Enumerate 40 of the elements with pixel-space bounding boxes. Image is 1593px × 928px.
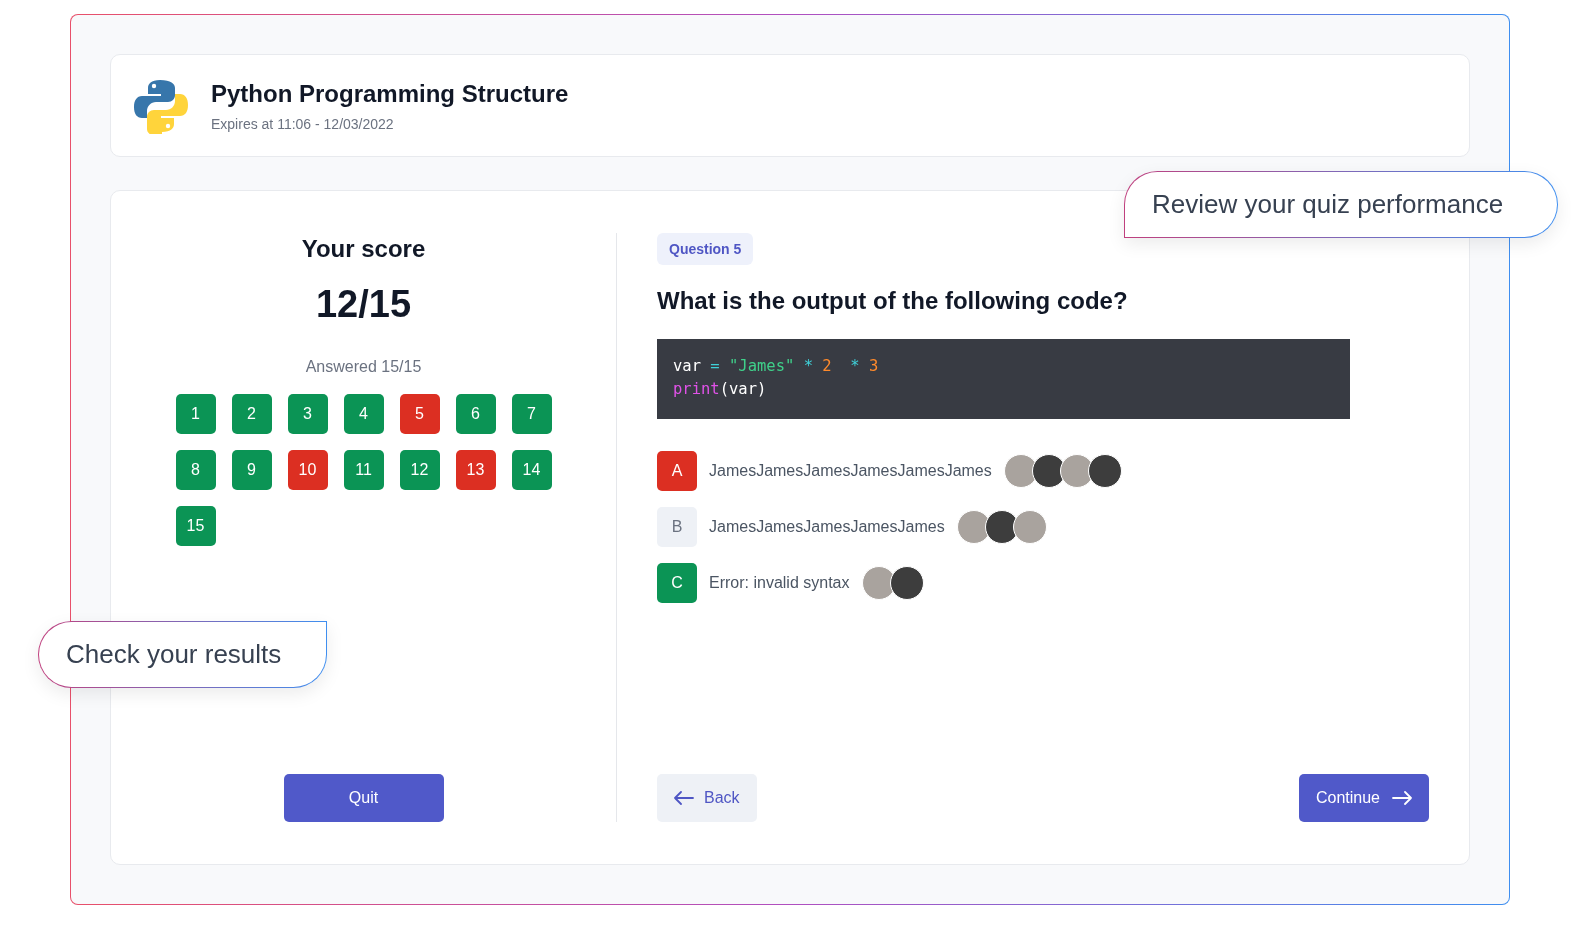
answer-text: Error: invalid syntax <box>709 574 850 592</box>
quiz-title: Python Programming Structure <box>211 79 569 108</box>
question-number[interactable]: 8 <box>175 450 216 490</box>
question-badge: Question 5 <box>657 233 754 265</box>
question-number[interactable]: 13 <box>455 450 496 490</box>
callout-label: Check your results <box>38 621 327 688</box>
expiry-text: Expires at 11:06 - 12/03/2022 <box>211 115 395 132</box>
callout-label: Review your quiz performance <box>1124 171 1558 238</box>
answer-text: JamesJamesJamesJamesJames <box>709 518 945 536</box>
quit-button[interactable]: Quit <box>283 774 444 822</box>
question-number[interactable]: 12 <box>399 450 440 490</box>
answer-letter[interactable]: C <box>657 563 697 603</box>
question-number[interactable]: 14 <box>511 450 552 490</box>
question-number[interactable]: 1 <box>175 394 216 434</box>
question-number[interactable]: 3 <box>287 394 328 434</box>
question-text: What is the output of the following code? <box>657 287 1129 315</box>
score-title: Your score <box>301 235 426 263</box>
answer-letter[interactable]: A <box>657 451 697 491</box>
question-number[interactable]: 9 <box>231 450 272 490</box>
continue-button[interactable]: Continue <box>1298 774 1429 822</box>
avatar-placeholder <box>1087 454 1122 488</box>
question-number[interactable]: 2 <box>231 394 272 434</box>
question-number[interactable]: 10 <box>287 450 328 490</box>
question-number[interactable]: 6 <box>455 394 496 434</box>
question-number[interactable]: 15 <box>175 506 216 546</box>
code-block: var = "James" * 2 * 3 print(var) <box>657 339 1350 419</box>
question-number[interactable]: 5 <box>399 394 440 434</box>
question-number[interactable]: 7 <box>511 394 552 434</box>
answer-text: JamesJamesJamesJamesJamesJames <box>709 462 992 480</box>
question-number[interactable]: 11 <box>343 450 384 490</box>
arrow-right-icon <box>1392 791 1412 805</box>
answer-letter[interactable]: B <box>657 507 697 547</box>
question-number[interactable]: 4 <box>343 394 384 434</box>
avatar-placeholder <box>1012 510 1047 544</box>
answered-count: Answered 15/15 <box>305 358 422 376</box>
python-logo-icon <box>133 77 189 134</box>
score-value: 12/15 <box>315 283 412 326</box>
back-button[interactable]: Back <box>657 774 757 822</box>
avatar-placeholder <box>889 566 924 600</box>
arrow-left-icon <box>674 791 694 805</box>
